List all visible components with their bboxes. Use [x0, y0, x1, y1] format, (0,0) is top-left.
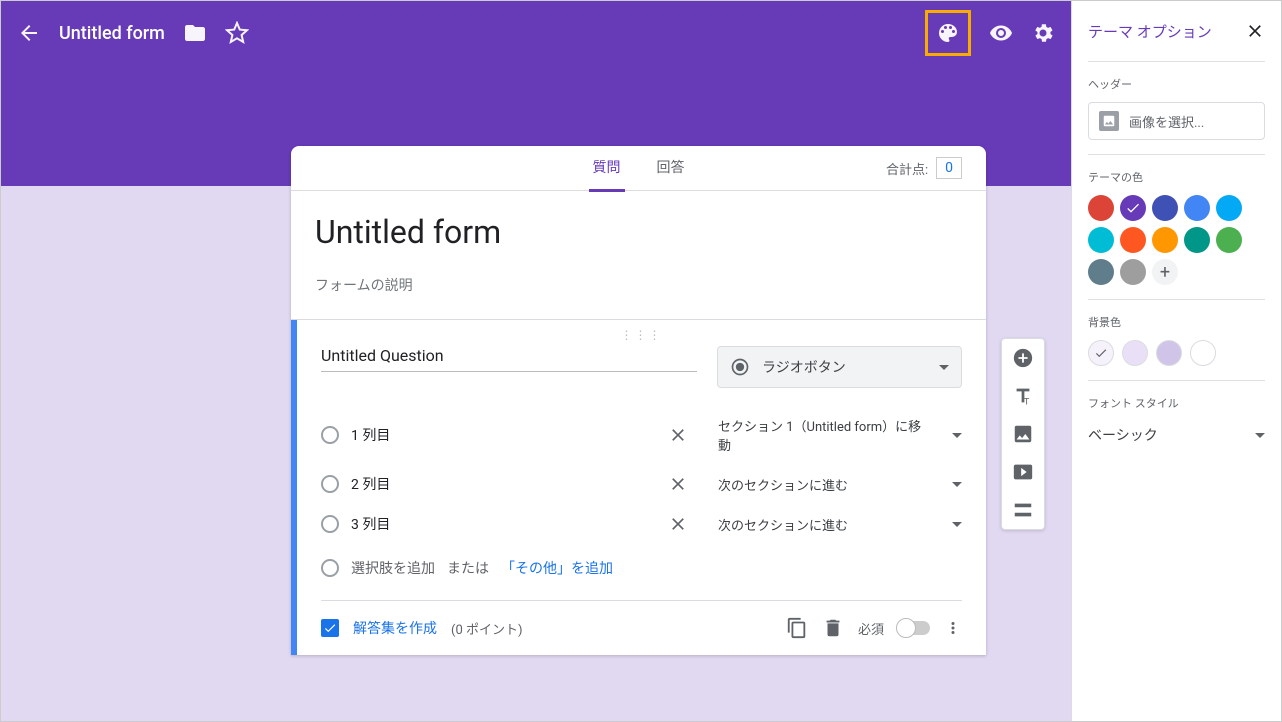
dropdown-icon[interactable]: [952, 482, 962, 487]
question-type-label: ラジオボタン: [762, 357, 846, 377]
theme-color-label: テーマの色: [1088, 169, 1265, 185]
goto-select[interactable]: 次のセクションに進む: [718, 475, 932, 494]
theme-color-swatch[interactable]: [1088, 227, 1114, 253]
svg-text:T: T: [1024, 397, 1030, 407]
bg-color-label: 背景色: [1088, 314, 1265, 330]
option-label[interactable]: 3 列目: [351, 514, 656, 534]
add-title-icon[interactable]: T: [1012, 385, 1034, 407]
palette-icon[interactable]: [936, 21, 960, 45]
form-title-header[interactable]: Untitled form: [59, 23, 165, 44]
header-section-label: ヘッダー: [1088, 76, 1265, 92]
question-type-select[interactable]: ラジオボタン: [717, 346, 962, 388]
question-footer: 解答集を作成 (0 ポイント) 必須: [321, 600, 962, 655]
theme-color-swatch[interactable]: [1216, 227, 1242, 253]
goto-select[interactable]: セクション 1（Untitled form）に移動: [718, 416, 932, 454]
theme-color-swatch[interactable]: [1152, 227, 1178, 253]
settings-icon[interactable]: [1031, 21, 1055, 45]
font-style-label: フォント スタイル: [1088, 395, 1265, 411]
radio-icon: [321, 426, 339, 444]
score-value[interactable]: 0: [936, 157, 962, 179]
or-text: または: [447, 558, 489, 578]
theme-panel: テーマ オプション ヘッダー 画像を選択... テーマの色 + 背景色 フォント…: [1071, 1, 1281, 721]
add-section-icon[interactable]: [1012, 499, 1034, 521]
theme-color-swatch[interactable]: [1184, 227, 1210, 253]
form-title-input[interactable]: Untitled form: [315, 213, 962, 251]
add-video-icon[interactable]: [1012, 461, 1034, 483]
close-icon[interactable]: [1245, 21, 1265, 41]
theme-color-swatch[interactable]: [1088, 259, 1114, 285]
theme-color-swatch[interactable]: [1120, 227, 1146, 253]
total-score: 合計点: 0: [886, 157, 962, 179]
score-label: 合計点:: [886, 159, 928, 178]
dropdown-icon[interactable]: [952, 433, 962, 438]
option-row: 1 列目 セクション 1（Untitled form）に移動: [321, 406, 962, 464]
bg-color-swatch[interactable]: [1122, 340, 1148, 366]
required-toggle[interactable]: [898, 621, 930, 635]
main-area: Untitled form 質問 回答 合計点:: [1, 1, 1071, 721]
bg-color-swatch[interactable]: [1156, 340, 1182, 366]
more-icon[interactable]: [944, 619, 962, 637]
theme-color-swatch[interactable]: [1152, 195, 1178, 221]
answer-key-link[interactable]: 解答集を作成: [353, 618, 437, 638]
form-description-input[interactable]: フォームの説明: [315, 275, 962, 295]
remove-option-icon[interactable]: [668, 514, 688, 534]
required-label: 必須: [858, 619, 884, 638]
form-header-block[interactable]: Untitled form フォームの説明: [291, 191, 986, 320]
form-card: 質問 回答 合計点: 0 Untitled form フォームの説明 ⋮⋮⋮ U…: [291, 146, 986, 655]
add-color-button[interactable]: +: [1152, 259, 1178, 285]
radio-placeholder-icon: [321, 559, 339, 577]
drag-handle-icon[interactable]: ⋮⋮⋮: [321, 328, 962, 342]
options-list: 1 列目セクション 1（Untitled form）に移動2 列目次のセクション…: [321, 406, 962, 544]
question-card[interactable]: ⋮⋮⋮ Untitled Question ラジオボタン 1 列目 セクション 1…: [291, 320, 986, 655]
preview-icon[interactable]: [989, 21, 1013, 45]
option-row: 2 列目 次のセクションに進む: [321, 464, 962, 504]
star-icon[interactable]: [225, 21, 249, 45]
add-other-link[interactable]: 「その他」を追加: [501, 558, 613, 578]
font-value: ベーシック: [1088, 425, 1158, 445]
dropdown-icon[interactable]: [952, 522, 962, 527]
duplicate-icon[interactable]: [786, 617, 808, 639]
add-option-row: 選択肢を追加 または 「その他」を追加: [321, 544, 962, 600]
select-image-button[interactable]: 画像を選択...: [1088, 102, 1265, 140]
theme-color-swatch[interactable]: [1120, 195, 1146, 221]
folder-icon[interactable]: [183, 21, 207, 45]
dropdown-icon: [1255, 433, 1265, 438]
panel-title: テーマ オプション: [1088, 21, 1212, 42]
theme-color-swatch[interactable]: [1216, 195, 1242, 221]
points-label: (0 ポイント): [451, 619, 523, 638]
font-select[interactable]: ベーシック: [1088, 421, 1265, 449]
question-title-input[interactable]: Untitled Question: [321, 346, 697, 372]
select-image-label: 画像を選択...: [1129, 112, 1204, 131]
theme-color-swatch[interactable]: [1088, 195, 1114, 221]
add-image-icon[interactable]: [1012, 423, 1034, 445]
goto-select[interactable]: 次のセクションに進む: [718, 515, 932, 534]
option-label[interactable]: 1 列目: [351, 425, 656, 445]
floating-toolbar: T: [1001, 338, 1045, 530]
tabs: 質問 回答 合計点: 0: [291, 146, 986, 191]
theme-colors: +: [1088, 195, 1265, 285]
back-icon[interactable]: [17, 21, 41, 45]
theme-color-swatch[interactable]: [1120, 259, 1146, 285]
radio-icon: [321, 475, 339, 493]
dropdown-icon: [939, 365, 949, 370]
add-option-text[interactable]: 選択肢を追加: [351, 558, 435, 578]
tab-responses[interactable]: 回答: [653, 145, 689, 192]
image-icon: [1099, 111, 1119, 131]
bg-color-swatch[interactable]: [1088, 340, 1114, 366]
answer-key-checkbox[interactable]: [321, 619, 339, 637]
bg-color-swatch[interactable]: [1190, 340, 1216, 366]
bg-colors: [1088, 340, 1265, 366]
add-question-icon[interactable]: [1012, 347, 1034, 369]
theme-color-swatch[interactable]: [1184, 195, 1210, 221]
option-label[interactable]: 2 列目: [351, 474, 656, 494]
delete-icon[interactable]: [822, 617, 844, 639]
theme-button-highlight: [925, 10, 971, 56]
tab-questions[interactable]: 質問: [589, 145, 625, 192]
remove-option-icon[interactable]: [668, 425, 688, 445]
radio-icon: [730, 357, 750, 377]
remove-option-icon[interactable]: [668, 474, 688, 494]
radio-icon: [321, 515, 339, 533]
option-row: 3 列目 次のセクションに進む: [321, 504, 962, 544]
